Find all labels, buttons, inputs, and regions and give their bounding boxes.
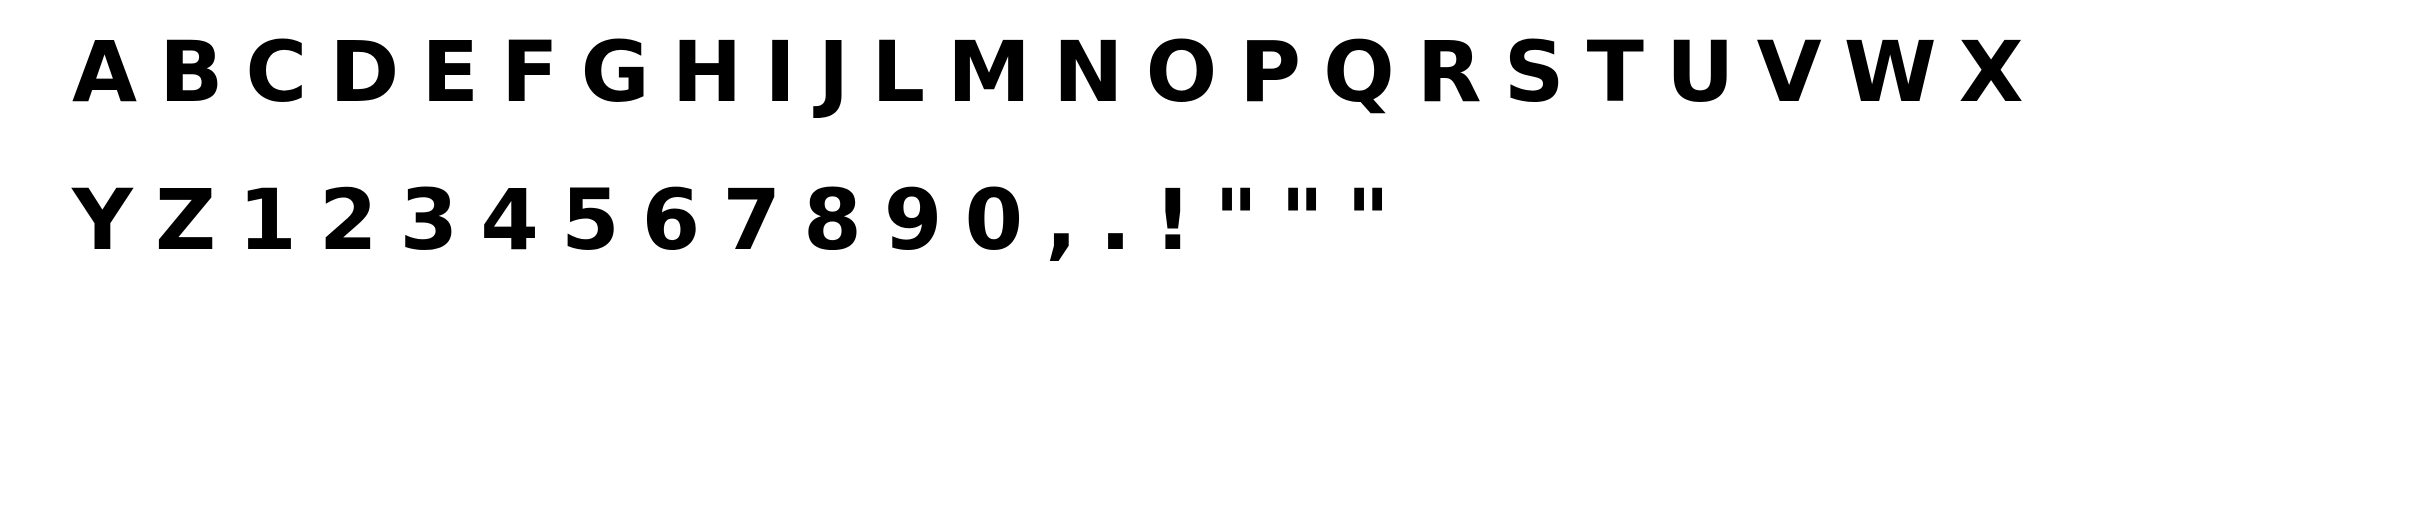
glyph-line-letters: ABCDEFGHIJLMNOPQRSTUVWX (72, 23, 2046, 121)
glyph-line-digits-punctuation: YZ1234567890,.!""" (72, 171, 1413, 269)
glyph-sheet: ABCDEFGHIJLMNOPQRSTUVWX YZ1234567890,.!"… (0, 0, 2432, 520)
